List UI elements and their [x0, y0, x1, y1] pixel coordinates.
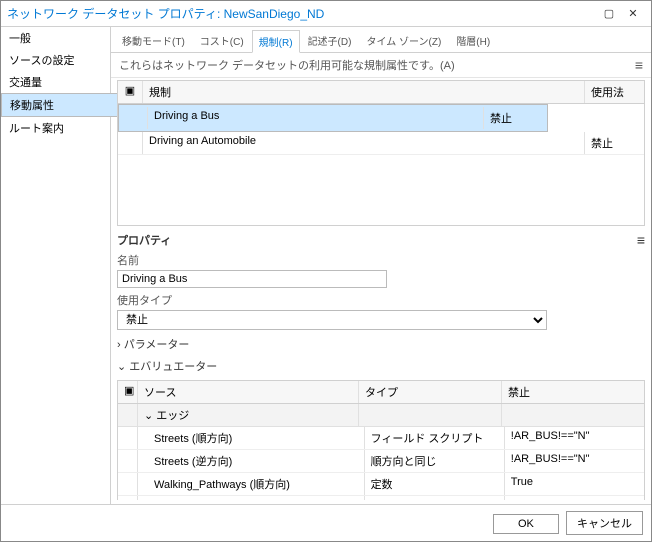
- evaluator-row[interactable]: Streets (順方向)フィールド スクリプト!AR_BUS!=="N": [118, 427, 644, 450]
- menu-icon[interactable]: ≡: [637, 232, 645, 248]
- maximize-button[interactable]: ▢: [597, 7, 621, 20]
- info-text: これらはネットワーク データセットの利用可能な規制属性です。(A): [119, 57, 455, 73]
- sidebar: 一般ソースの設定交通量移動属性ルート案内: [1, 27, 111, 504]
- tab[interactable]: コスト(C): [193, 29, 251, 52]
- sidebar-item[interactable]: ルート案内: [1, 117, 110, 139]
- tab[interactable]: タイム ゾーン(Z): [359, 29, 448, 52]
- comment-icon: ▣: [118, 81, 142, 103]
- evaluator-row[interactable]: Walking_Pathways (逆方向)順方向と同じTrue: [118, 496, 644, 500]
- tab[interactable]: 階層(H): [449, 29, 497, 52]
- col-restrict[interactable]: 禁止: [502, 381, 644, 403]
- sidebar-item[interactable]: 一般: [1, 27, 110, 49]
- col-type[interactable]: タイプ: [359, 381, 502, 403]
- evaluator-row[interactable]: Walking_Pathways (順方向)定数True: [118, 473, 644, 496]
- tabs: 移動モード(T)コスト(C)規制(R)記述子(D)タイム ゾーン(Z)階層(H): [111, 27, 651, 53]
- tab[interactable]: 移動モード(T): [115, 29, 192, 52]
- usage-label: 使用タイプ: [117, 292, 645, 308]
- tab[interactable]: 記述子(D): [301, 29, 359, 52]
- name-label: 名前: [117, 252, 645, 268]
- tab[interactable]: 規制(R): [252, 30, 300, 53]
- evaluator-row[interactable]: Streets (逆方向)順方向と同じ!AR_BUS!=="N": [118, 450, 644, 473]
- evaluator-table: ▣ ソース タイプ 禁止 エッジ Streets (順方向)フィールド スクリプ…: [117, 380, 645, 500]
- name-input[interactable]: [117, 270, 387, 288]
- comment-icon: ▣: [118, 381, 138, 403]
- properties-title: プロパティ: [117, 232, 171, 248]
- col-usage[interactable]: 使用法: [584, 81, 644, 103]
- properties-panel: プロパティ ≡ 名前 使用タイプ 禁止 パラメーター エバリュエーター ▣ ソー…: [117, 232, 645, 500]
- table-row[interactable]: Driving an Automobile禁止: [118, 132, 644, 155]
- sidebar-item[interactable]: 交通量: [1, 71, 110, 93]
- cancel-button[interactable]: キャンセル: [566, 511, 643, 535]
- window-title: ネットワーク データセット プロパティ: NewSanDiego_ND: [7, 5, 597, 22]
- parameters-section[interactable]: パラメーター: [117, 336, 645, 352]
- group-edge[interactable]: エッジ: [118, 404, 644, 427]
- ok-button[interactable]: OK: [493, 514, 559, 534]
- restriction-grid: ▣ 規制 使用法 Driving a Bus禁止Driving an Autom…: [117, 80, 645, 226]
- col-restriction[interactable]: 規制: [142, 81, 584, 103]
- table-row[interactable]: Driving a Bus禁止: [118, 104, 548, 132]
- sidebar-item[interactable]: ソースの設定: [1, 49, 110, 71]
- close-button[interactable]: ✕: [621, 7, 645, 20]
- evaluators-section[interactable]: エバリュエーター: [117, 358, 645, 374]
- col-source[interactable]: ソース: [138, 381, 359, 403]
- usage-select[interactable]: 禁止: [117, 310, 547, 330]
- menu-icon[interactable]: ≡: [635, 57, 643, 73]
